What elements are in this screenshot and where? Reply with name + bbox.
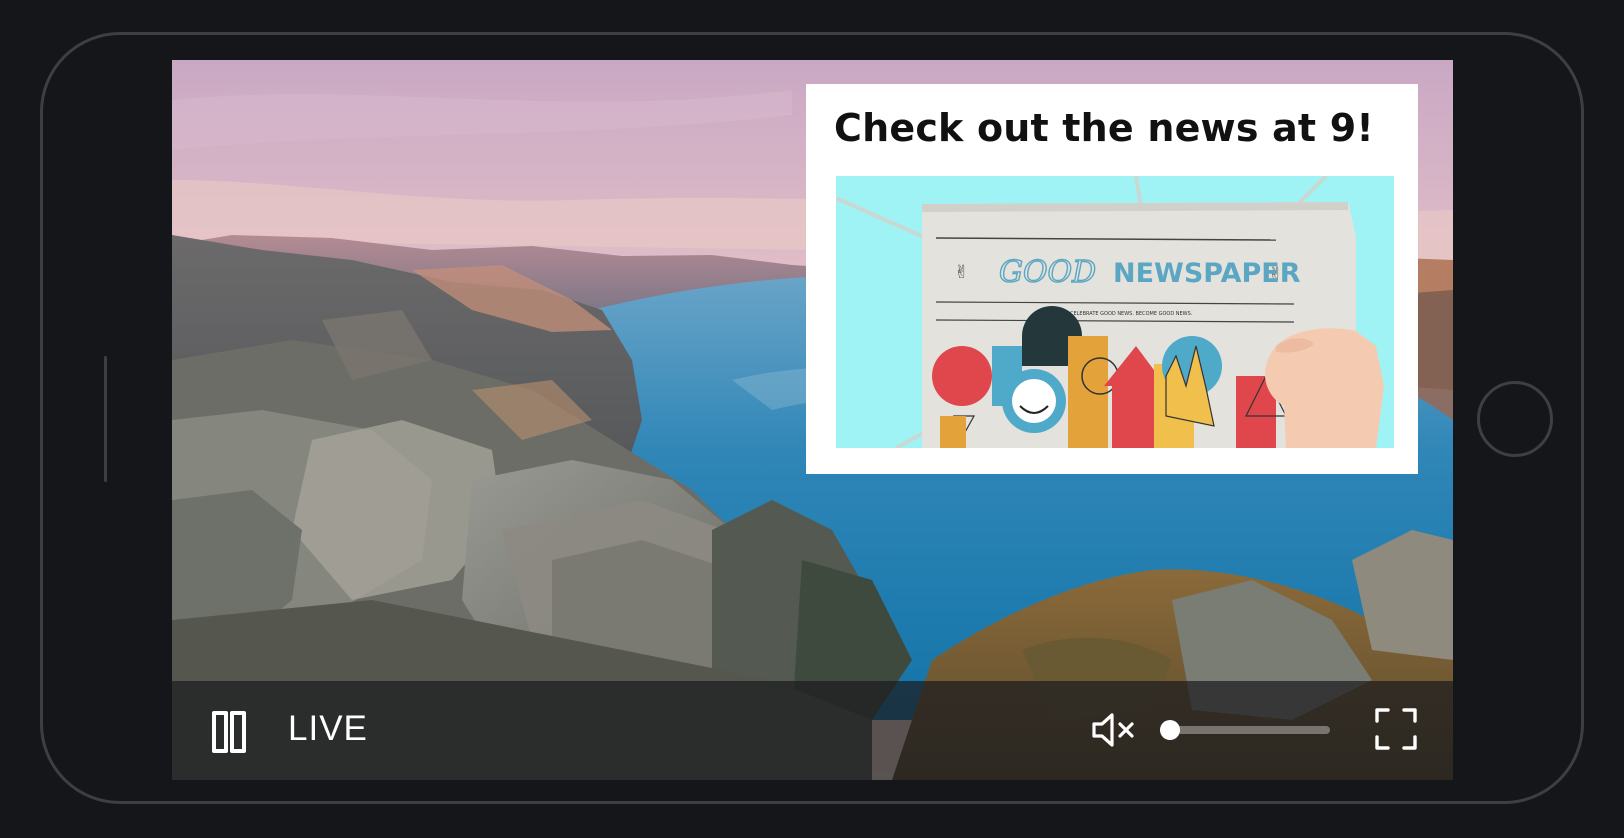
phone-home-button xyxy=(1477,381,1553,457)
volume-slider[interactable] xyxy=(1160,720,1330,740)
svg-text:✌: ✌ xyxy=(954,262,969,283)
masthead-tagline: CELEBRATE GOOD NEWS. BECOME GOOD NEWS. xyxy=(1070,311,1193,317)
masthead-title: NEWSPAPER xyxy=(1113,258,1301,289)
volume-muted-icon xyxy=(1092,713,1134,747)
ad-title: Check out the news at 9! xyxy=(834,106,1374,150)
player-control-bar: LIVE xyxy=(172,681,1453,780)
device-stage: Check out the news at 9! ✌ ✌ GOOD NEWSPA… xyxy=(0,0,1624,838)
live-status-label: LIVE xyxy=(288,709,368,748)
pause-button[interactable] xyxy=(212,711,246,753)
fullscreen-icon xyxy=(1375,708,1417,750)
video-player[interactable]: Check out the news at 9! ✌ ✌ GOOD NEWSPA… xyxy=(172,60,1453,780)
ad-newspaper-image[interactable]: ✌ ✌ GOOD NEWSPAPER CELEBRATE GOOD NEWS. … xyxy=(836,176,1394,448)
fullscreen-button[interactable] xyxy=(1374,707,1418,751)
volume-slider-thumb[interactable] xyxy=(1160,720,1180,740)
newspaper-illustration: ✌ ✌ GOOD NEWSPAPER CELEBRATE GOOD NEWS. … xyxy=(836,176,1394,448)
mute-toggle-button[interactable] xyxy=(1090,710,1138,750)
masthead-script: GOOD xyxy=(999,255,1096,290)
ad-overlay-card[interactable]: Check out the news at 9! ✌ ✌ GOOD NEWSPA… xyxy=(806,84,1418,474)
volume-track xyxy=(1160,726,1330,734)
phone-side-button xyxy=(104,356,107,482)
